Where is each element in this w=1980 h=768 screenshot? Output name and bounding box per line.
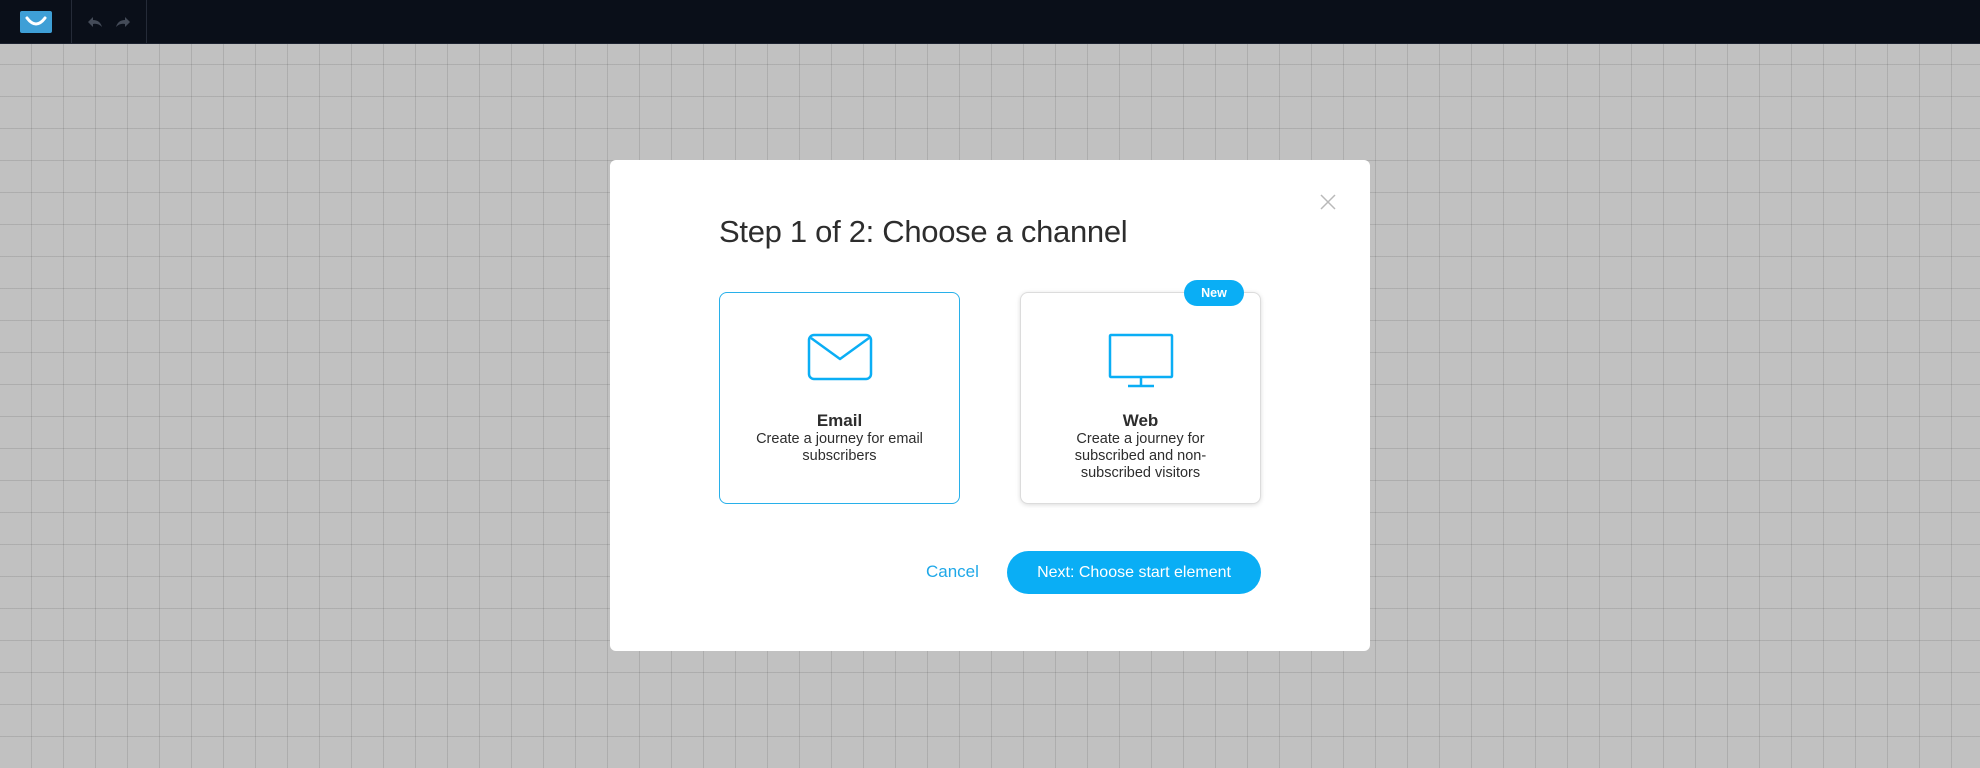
redo-icon[interactable] <box>115 16 131 28</box>
card-description: Create a journey for subscribed and non-… <box>1074 431 1207 481</box>
modal-title: Step 1 of 2: Choose a channel <box>719 214 1128 249</box>
cancel-button[interactable]: Cancel <box>926 562 979 582</box>
top-bar <box>0 0 1980 44</box>
history-controls <box>72 0 147 43</box>
web-channel-card[interactable]: Web Create a journey for subscribed and … <box>1020 292 1261 504</box>
logo-button[interactable] <box>0 0 72 43</box>
card-title: Web <box>1122 411 1159 430</box>
close-icon[interactable] <box>1316 190 1340 214</box>
next-button[interactable]: Next: Choose start element <box>1007 551 1261 594</box>
undo-icon[interactable] <box>87 16 103 28</box>
choose-channel-modal: Step 1 of 2: Choose a channel Email Crea… <box>610 160 1370 651</box>
monitor-icon <box>1021 333 1260 389</box>
new-badge: New <box>1184 280 1244 306</box>
logo-icon <box>19 10 52 33</box>
email-channel-card[interactable]: Email Create a journey for email subscri… <box>719 292 960 504</box>
envelope-icon <box>720 333 959 381</box>
card-description: Create a journey for email subscribers <box>756 431 923 464</box>
card-title: Email <box>816 411 863 430</box>
